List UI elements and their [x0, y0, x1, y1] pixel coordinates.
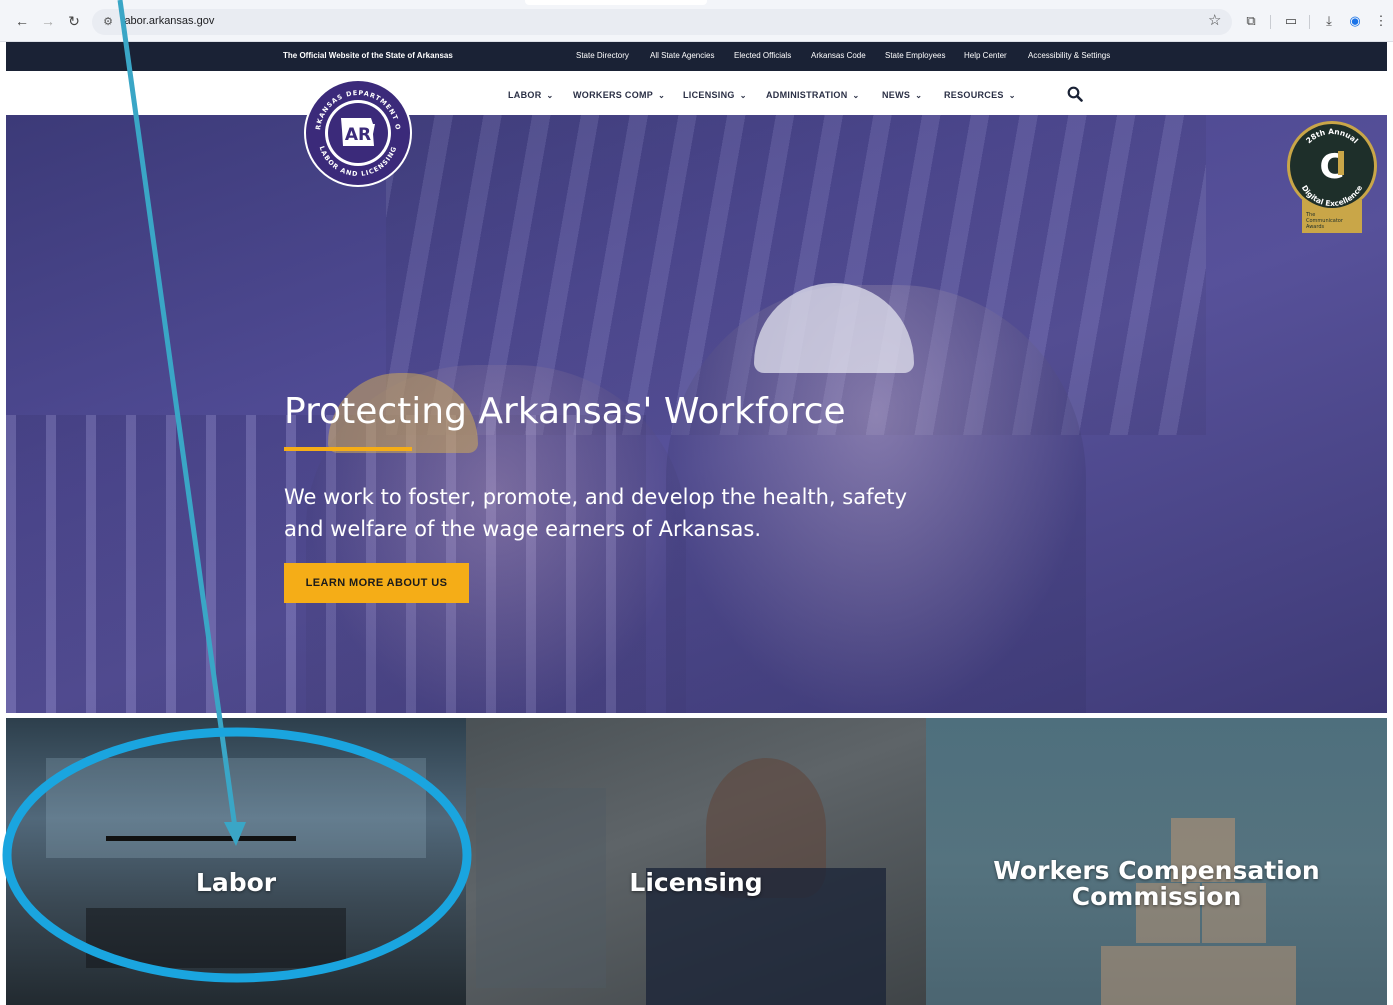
nav-item-workers-comp[interactable]: WORKERS COMP ⌄: [573, 90, 665, 100]
chevron-down-icon: ⌄: [658, 91, 666, 100]
extensions-icon[interactable]: ⧉: [1243, 13, 1259, 29]
reading-mode-icon[interactable]: ▭: [1283, 13, 1299, 29]
nav-label: LABOR: [508, 90, 542, 100]
url-text: labor.arkansas.gov: [122, 15, 215, 27]
bookmark-star-icon[interactable]: ☆: [1208, 13, 1221, 29]
utility-link-help-center[interactable]: Help Center: [964, 51, 1007, 60]
department-logo[interactable]: ARKANSAS DEPARTMENT OF LABOR AND LICENSI…: [303, 78, 413, 188]
profile-icon[interactable]: ◉: [1347, 13, 1363, 29]
site-info-icon[interactable]: ⚙: [100, 14, 116, 30]
hero-banner: Protecting Arkansas' Workforce We work t…: [6, 115, 1387, 713]
back-icon[interactable]: ←: [14, 13, 30, 29]
card-label-licensing: Licensing: [629, 868, 763, 897]
utility-link-arkansas-code[interactable]: Arkansas Code: [811, 51, 866, 60]
utility-link-accessibility[interactable]: Accessibility & Settings: [1028, 51, 1110, 60]
chevron-down-icon: ⌄: [546, 91, 554, 100]
forward-icon[interactable]: →: [40, 13, 56, 29]
active-tab-hint: [525, 0, 707, 5]
nav-label: ADMINISTRATION: [766, 90, 848, 100]
menu-kebab-icon[interactable]: ⋮: [1373, 13, 1389, 29]
card-label-workers-compensation: Workers Compensation Commission: [993, 856, 1320, 911]
browser-toolbar: ← → ↻ ⚙ labor.arkansas.gov ☆ ⧉ ▭ ⤓ ◉ ⋮: [0, 0, 1393, 42]
nav-item-administration[interactable]: ADMINISTRATION ⌄: [766, 90, 860, 100]
logo-mark: AR: [345, 125, 371, 145]
nav-item-resources[interactable]: RESOURCES ⌄: [944, 90, 1016, 100]
chevron-down-icon: ⌄: [852, 91, 860, 100]
card-licensing[interactable]: Licensing: [466, 718, 926, 1005]
address-bar[interactable]: ⚙ labor.arkansas.gov: [92, 9, 1232, 35]
card-workers-compensation[interactable]: Workers Compensation Commission: [926, 718, 1387, 1005]
reload-icon[interactable]: ↻: [66, 13, 82, 29]
card-bg-block-row: [1101, 946, 1296, 1005]
nav-label: LICENSING: [683, 90, 735, 100]
download-icon[interactable]: ⤓: [1321, 13, 1337, 29]
toolbar-divider: [1270, 15, 1271, 29]
nav-item-news[interactable]: NEWS ⌄: [882, 90, 922, 100]
nav-label: NEWS: [882, 90, 911, 100]
nav-item-licensing[interactable]: LICENSING ⌄: [683, 90, 747, 100]
chevron-down-icon: ⌄: [739, 91, 747, 100]
utility-link-state-directory[interactable]: State Directory: [576, 51, 629, 60]
card-label-labor: Labor: [195, 868, 277, 897]
card-bg-windows: [46, 758, 426, 858]
nav-item-labor[interactable]: LABOR ⌄: [508, 90, 554, 100]
division-cards: Labor Licensing Workers Compensation Com…: [6, 718, 1387, 1005]
card-bg-table: [86, 908, 346, 968]
search-icon[interactable]: [1067, 86, 1083, 102]
card-bg-beam: [106, 836, 296, 841]
main-navigation: LABOR ⌄ WORKERS COMP ⌄ LICENSING ⌄ ADMINIST…: [6, 71, 1387, 115]
nav-label: RESOURCES: [944, 90, 1004, 100]
utility-link-elected-officials[interactable]: Elected Officials: [734, 51, 791, 60]
learn-more-button[interactable]: LEARN MORE ABOUT US: [284, 563, 469, 603]
chevron-down-icon: ⌄: [1008, 91, 1016, 100]
award-caption-line3: Awards: [1306, 224, 1325, 230]
utility-link-all-state-agencies[interactable]: All State Agencies: [650, 51, 714, 60]
card-labor[interactable]: Labor: [6, 718, 466, 1005]
hero-accent-rule: [284, 447, 412, 451]
toolbar-divider: [1309, 15, 1310, 29]
utility-bar: The Official Website of the State of Ark…: [6, 42, 1387, 71]
hero-subtitle: We work to foster, promote, and develop …: [284, 485, 908, 541]
communicator-award-badge: 28th Annual Digital Excellence C The Com…: [1287, 121, 1377, 233]
chevron-down-icon: ⌄: [915, 91, 923, 100]
official-site-text: The Official Website of the State of Ark…: [283, 51, 453, 60]
utility-link-state-employees[interactable]: State Employees: [885, 51, 945, 60]
hero-title: Protecting Arkansas' Workforce: [284, 391, 846, 432]
nav-label: WORKERS COMP: [573, 90, 654, 100]
